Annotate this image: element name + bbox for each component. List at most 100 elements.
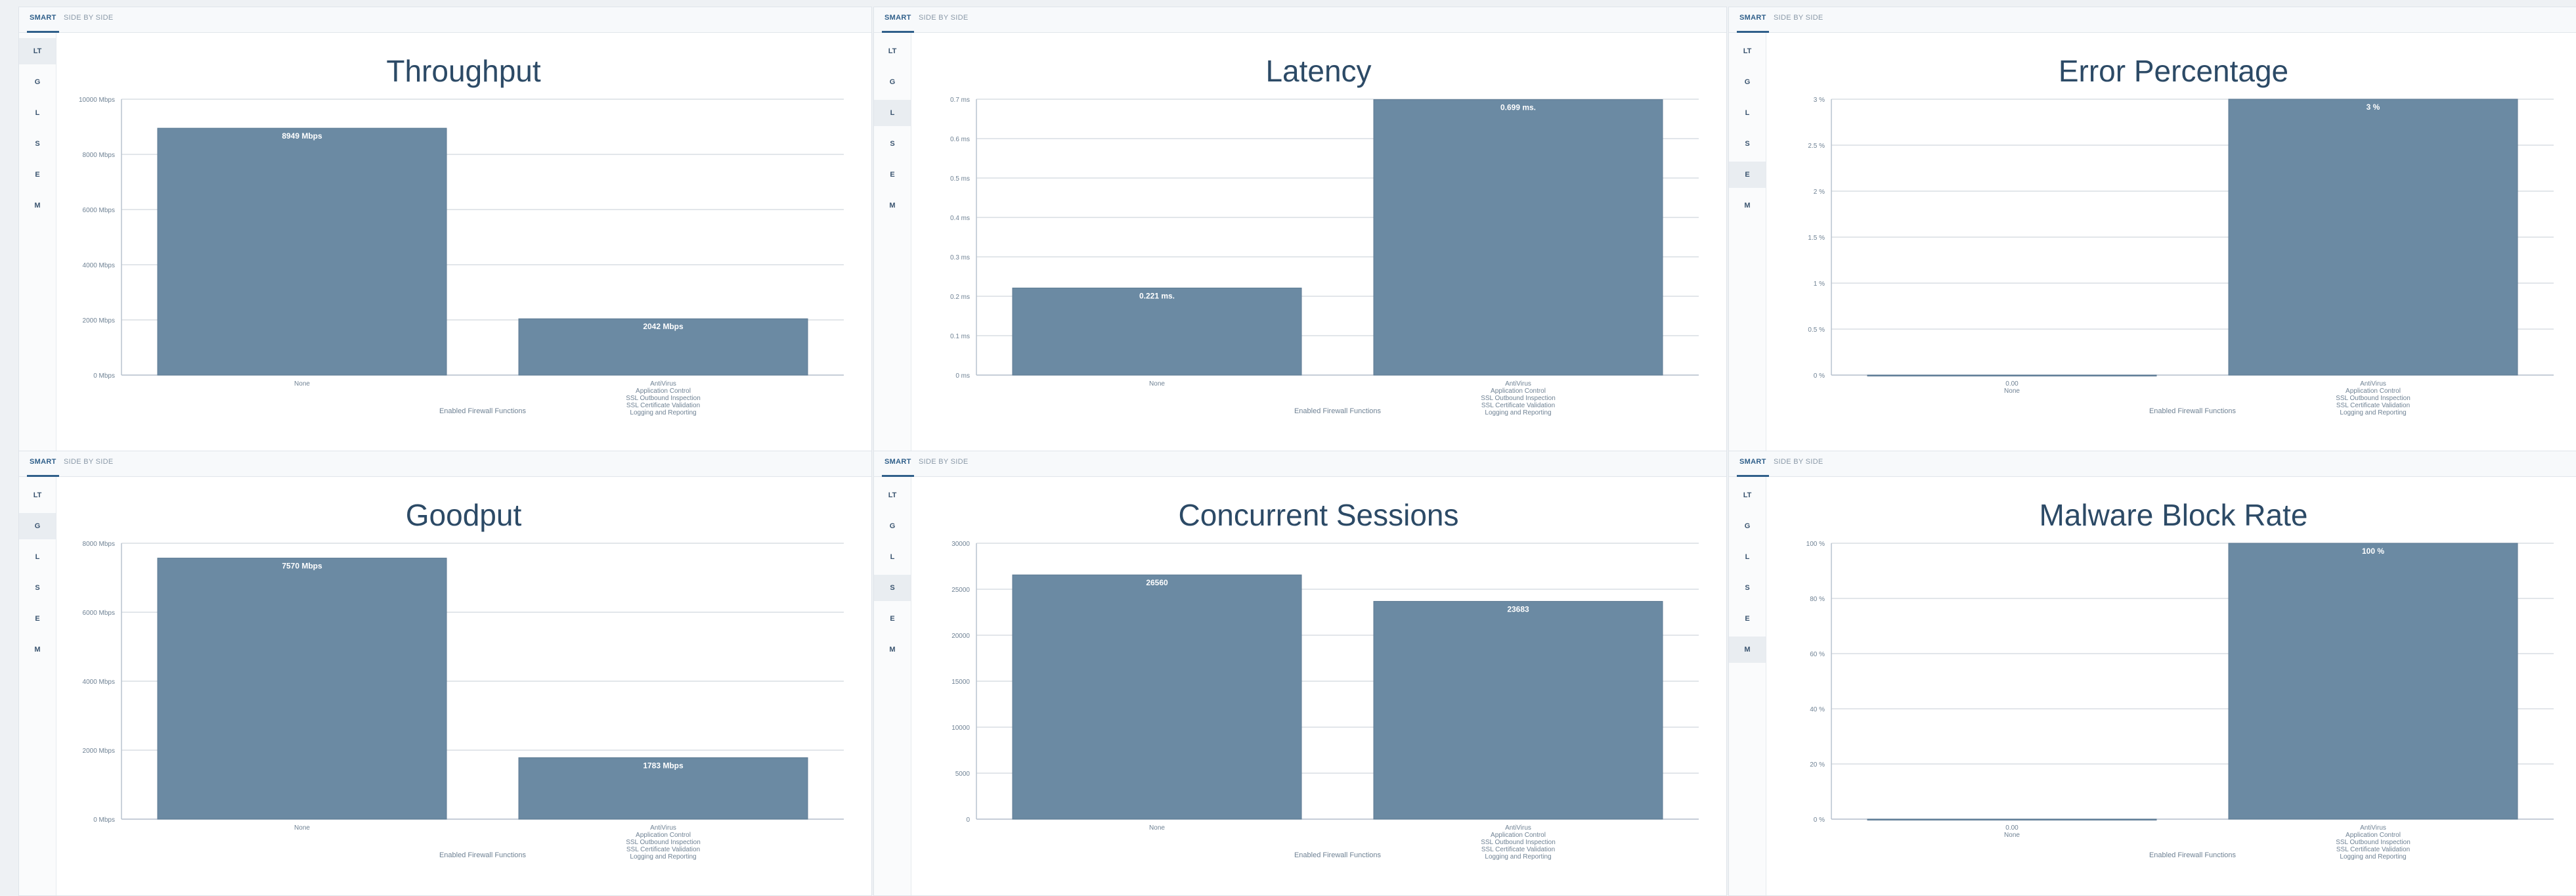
y-tick-label: 0 bbox=[966, 817, 970, 824]
rail-item-e[interactable]: E bbox=[19, 162, 56, 188]
bar[interactable] bbox=[1012, 574, 1302, 820]
rail-item-lt[interactable]: LT bbox=[19, 38, 56, 64]
tab-smart[interactable]: SMART bbox=[882, 14, 914, 33]
tab-side-by-side[interactable]: SIDE BY SIDE bbox=[64, 458, 114, 466]
tab-side-by-side[interactable]: SIDE BY SIDE bbox=[1774, 14, 1823, 22]
rail-item-m[interactable]: M bbox=[19, 192, 56, 219]
rail-item-e[interactable]: E bbox=[874, 162, 911, 188]
bar-value-label: 23683 bbox=[1507, 604, 1529, 614]
y-tick-label: 20 % bbox=[1810, 761, 1825, 769]
tab-smart[interactable]: SMART bbox=[1737, 458, 1769, 477]
x-tick-label: AntiVirus Application Control SSL Outbound… bbox=[2336, 824, 2411, 861]
x-axis-title: Enabled Firewall Functions bbox=[1294, 407, 1382, 415]
rail-item-l[interactable]: L bbox=[1729, 100, 1766, 126]
panel-latency: SMART SIDE BY SIDE LT G L S E M Latency 0 ms 0.1 m… bbox=[873, 7, 1727, 452]
tab-side-by-side[interactable]: SIDE BY SIDE bbox=[919, 458, 969, 466]
rail-item-g[interactable]: G bbox=[1729, 69, 1766, 95]
tab-smart[interactable]: SMART bbox=[1737, 14, 1769, 33]
rail-item-s[interactable]: S bbox=[19, 131, 56, 157]
y-tick-label: 100 % bbox=[1806, 541, 1825, 548]
rail-item-lt[interactable]: LT bbox=[874, 482, 911, 508]
y-tick-label: 2000 Mbps bbox=[83, 748, 115, 755]
bar-value-label: 0.221 ms. bbox=[1139, 291, 1175, 300]
metric-rail: LT G L S E M bbox=[1729, 33, 1766, 451]
rail-item-l[interactable]: L bbox=[874, 100, 911, 126]
bar-chart: 0 % 20 % 40 % 60 % 80 % 100 % 0.00 None 100 % Ant… bbox=[1806, 541, 2554, 861]
rail-item-lt[interactable]: LT bbox=[1729, 38, 1766, 64]
panel-malware: SMART SIDE BY SIDE LT G L S E M Malware Block Ra… bbox=[1728, 451, 2576, 896]
bar[interactable] bbox=[2228, 99, 2518, 376]
rail-item-l[interactable]: L bbox=[874, 544, 911, 570]
y-tick-label: 4000 Mbps bbox=[83, 679, 115, 686]
bar-value-label: 100 % bbox=[2362, 547, 2384, 556]
rail-item-m[interactable]: M bbox=[874, 192, 911, 219]
chart-title: Malware Block Rate bbox=[2039, 498, 2308, 532]
y-tick-label: 6000 Mbps bbox=[83, 610, 115, 617]
rail-item-l[interactable]: L bbox=[19, 100, 56, 126]
rail-item-g[interactable]: G bbox=[874, 513, 911, 539]
x-axis-title: Enabled Firewall Functions bbox=[2149, 851, 2237, 859]
rail-item-s[interactable]: S bbox=[874, 575, 911, 601]
bar-chart: 0 ms 0.1 ms 0.2 ms 0.3 ms 0.4 ms 0.5 ms 0.6 ms… bbox=[950, 97, 1699, 416]
view-tabs: SMART SIDE BY SIDE bbox=[874, 451, 1726, 477]
rail-item-s[interactable]: S bbox=[874, 131, 911, 157]
y-tick-label: 0.5 % bbox=[1808, 326, 1825, 334]
tab-side-by-side[interactable]: SIDE BY SIDE bbox=[919, 14, 969, 22]
bar[interactable] bbox=[157, 558, 447, 820]
y-tick-label: 0.3 ms bbox=[950, 254, 970, 261]
tab-smart[interactable]: SMART bbox=[27, 458, 59, 477]
rail-item-g[interactable]: G bbox=[874, 69, 911, 95]
y-tick-label: 2 % bbox=[1814, 189, 1825, 196]
bar[interactable] bbox=[157, 127, 447, 376]
view-tabs: SMART SIDE BY SIDE bbox=[1729, 7, 2576, 33]
y-tick-label: 1 % bbox=[1814, 280, 1825, 288]
bar[interactable] bbox=[1373, 600, 1663, 820]
y-tick-label: 8000 Mbps bbox=[83, 541, 115, 548]
rail-item-e[interactable]: E bbox=[874, 606, 911, 632]
tab-side-by-side[interactable]: SIDE BY SIDE bbox=[1774, 458, 1823, 466]
rail-item-m[interactable]: M bbox=[1729, 637, 1766, 663]
x-tick-label: 0.00 None bbox=[2004, 824, 2020, 839]
rail-item-g[interactable]: G bbox=[1729, 513, 1766, 539]
rail-item-lt[interactable]: LT bbox=[874, 38, 911, 64]
metric-rail: LT G L S E M bbox=[19, 33, 56, 451]
rail-item-g[interactable]: G bbox=[19, 513, 56, 539]
bar-value-label: 2042 Mbps bbox=[643, 322, 684, 331]
bar[interactable] bbox=[2228, 543, 2518, 820]
rail-item-e[interactable]: E bbox=[1729, 606, 1766, 632]
rail-item-l[interactable]: L bbox=[19, 544, 56, 570]
bar[interactable] bbox=[1373, 99, 1663, 376]
x-tick-label: AntiVirus Application Control SSL Outbound… bbox=[2336, 380, 2411, 416]
y-tick-label: 80 % bbox=[1810, 596, 1825, 603]
y-tick-label: 6000 Mbps bbox=[83, 207, 115, 214]
tab-side-by-side[interactable]: SIDE BY SIDE bbox=[64, 14, 114, 22]
rail-item-l[interactable]: L bbox=[1729, 544, 1766, 570]
panel-throughput: SMART SIDE BY SIDE LT G L S E M Throughput 0 Mbps… bbox=[18, 7, 872, 452]
rail-item-s[interactable]: S bbox=[1729, 131, 1766, 157]
y-tick-label: 4000 Mbps bbox=[83, 262, 115, 269]
bar-chart: 0 Mbps 2000 Mbps 4000 Mbps 6000 Mbps 8000 Mb… bbox=[79, 97, 844, 416]
rail-item-e[interactable]: E bbox=[19, 606, 56, 632]
rail-item-lt[interactable]: LT bbox=[1729, 482, 1766, 508]
rail-item-lt[interactable]: LT bbox=[19, 482, 56, 508]
bar[interactable] bbox=[1867, 374, 2157, 376]
rail-item-m[interactable]: M bbox=[874, 637, 911, 663]
rail-item-s[interactable]: S bbox=[19, 575, 56, 601]
rail-item-m[interactable]: M bbox=[19, 637, 56, 663]
tab-smart[interactable]: SMART bbox=[882, 458, 914, 477]
y-tick-label: 15000 bbox=[951, 679, 970, 686]
rail-item-m[interactable]: M bbox=[1729, 192, 1766, 219]
bar-value-label: 8949 Mbps bbox=[282, 131, 322, 141]
rail-item-e[interactable]: E bbox=[1729, 162, 1766, 188]
metric-rail: LT G L S E M bbox=[1729, 477, 1766, 895]
y-tick-label: 10000 Mbps bbox=[79, 97, 115, 104]
bar-value-label: 0.699 ms. bbox=[1500, 103, 1536, 112]
x-tick-label: None bbox=[1149, 380, 1165, 388]
x-axis-title: Enabled Firewall Functions bbox=[2149, 407, 2237, 415]
y-tick-label: 10000 bbox=[951, 725, 970, 732]
bar[interactable] bbox=[1867, 818, 2157, 820]
tab-smart[interactable]: SMART bbox=[27, 14, 59, 33]
bar[interactable] bbox=[1012, 287, 1302, 376]
rail-item-s[interactable]: S bbox=[1729, 575, 1766, 601]
rail-item-g[interactable]: G bbox=[19, 69, 56, 95]
